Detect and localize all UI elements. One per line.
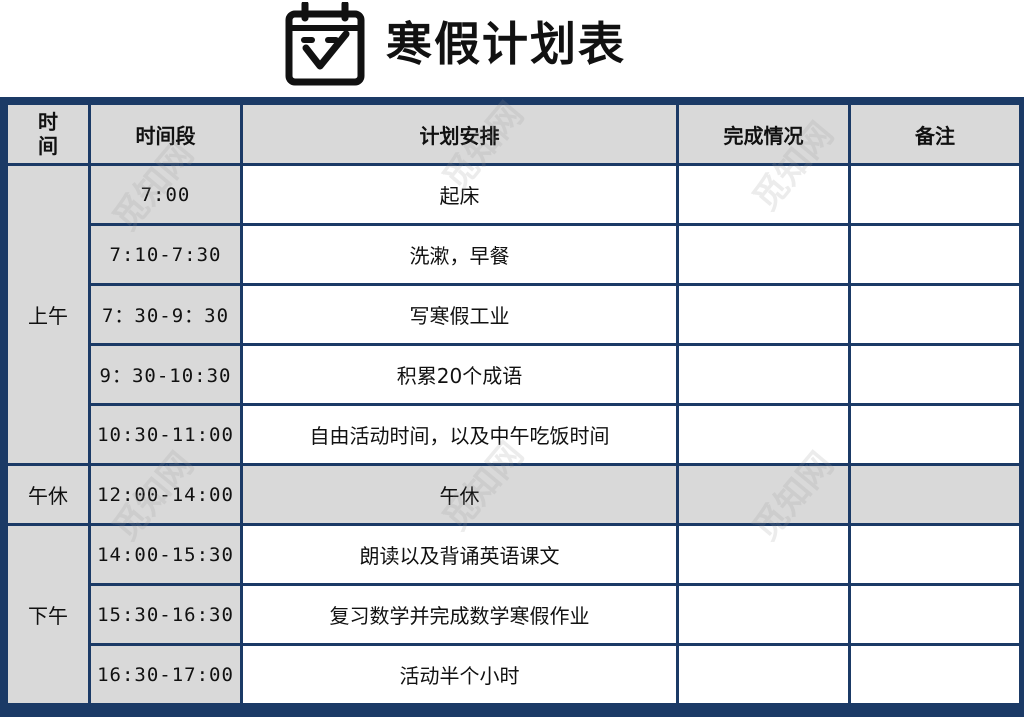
time-cell: 15:30-16:30 [88,583,243,646]
note-cell[interactable] [848,463,1022,526]
note-cell[interactable] [848,583,1022,646]
table-row: 7：30-9：30 写寒假工业 [7,283,1022,346]
status-cell[interactable] [676,583,851,646]
time-cell: 12:00-14:00 [88,463,243,526]
note-cell[interactable] [848,283,1022,346]
calendar-check-icon [285,2,365,86]
table-row: 午休 12:00-14:00 午休 [5,463,1022,526]
header-plan: 计划安排 [240,102,679,166]
plan-cell: 自由活动时间，以及中午吃饭时间 [240,403,679,466]
time-cell: 10:30-11:00 [88,403,243,466]
header-note: 备注 [848,102,1022,166]
header-period: 时 间 [5,102,91,166]
table-row: 16:30-17:00 活动半个小时 [7,643,1022,706]
status-cell[interactable] [676,343,851,406]
time-cell: 7:00 [88,163,243,226]
header-status: 完成情况 [676,102,851,166]
period-cell-afternoon: 下午 [5,523,91,706]
plan-cell: 活动半个小时 [240,643,679,706]
status-cell[interactable] [676,403,851,466]
time-cell: 14:00-15:30 [88,523,243,586]
note-cell[interactable] [848,523,1022,586]
status-cell[interactable] [676,223,851,286]
plan-cell: 复习数学并完成数学寒假作业 [240,583,679,646]
table-row: 上午 7:00 起床 [5,163,1022,466]
note-cell[interactable] [848,343,1022,406]
header-row: 时 间 时间段 计划安排 完成情况 备注 [5,102,1022,166]
time-cell: 7:10-7:30 [88,223,243,286]
note-cell[interactable] [848,163,1022,226]
page-title: 寒假计划表 [386,17,626,71]
table-row: 10:30-11:00 自由活动时间，以及中午吃饭时间 [7,403,1022,466]
plan-cell: 朗读以及背诵英语课文 [240,523,679,586]
table-row: 7:10-7:30 洗漱，早餐 [7,223,1022,286]
status-cell[interactable] [676,643,851,706]
status-cell[interactable] [676,523,851,586]
status-cell[interactable] [676,463,851,526]
time-cell: 16:30-17:00 [88,643,243,706]
table-row: 下午 14:00-15:30 朗读以及背诵英语课文 [5,523,1022,706]
time-cell: 9：30-10:30 [88,343,243,406]
table-row: 15:30-16:30 复习数学并完成数学寒假作业 [7,583,1022,646]
note-cell[interactable] [848,403,1022,466]
note-cell[interactable] [848,223,1022,286]
period-cell-noon: 午休 [5,463,91,526]
status-cell[interactable] [676,283,851,346]
status-cell[interactable] [676,163,851,226]
plan-cell: 起床 [240,163,679,226]
plan-cell: 洗漱，早餐 [240,223,679,286]
period-cell-morning: 上午 [5,163,91,466]
plan-cell: 午休 [240,463,679,526]
schedule-table: 时 间 时间段 计划安排 完成情况 备注 上午 7:00 起床 7:10-7:3… [5,102,1022,706]
table-row: 9：30-10:30 积累20个成语 [7,343,1022,406]
plan-cell: 写寒假工业 [240,283,679,346]
plan-cell: 积累20个成语 [240,343,679,406]
note-cell[interactable] [848,643,1022,706]
time-cell: 7：30-9：30 [88,283,243,346]
title-bar: 寒假计划表 [0,0,1024,97]
schedule-sheet: 时 间 时间段 计划安排 完成情况 备注 上午 7:00 起床 7:10-7:3… [0,97,1024,717]
header-time-slot: 时间段 [88,102,243,166]
